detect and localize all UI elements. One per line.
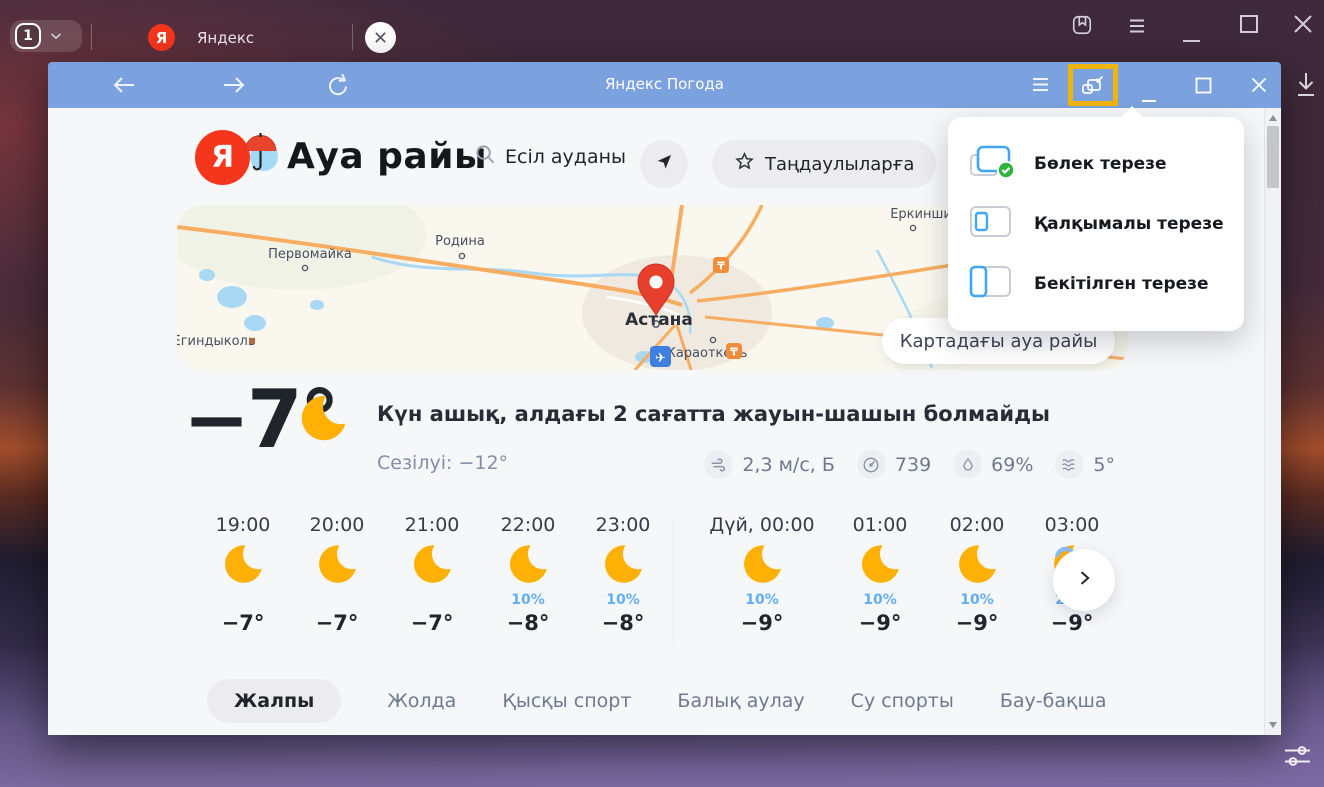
wind-value: 2,3 м/с, Б <box>742 454 835 476</box>
tune-sliders-icon[interactable] <box>1282 741 1314 775</box>
page-title: Ауа райы <box>287 136 487 177</box>
search-icon <box>475 144 496 169</box>
svg-text:₸: ₸ <box>730 346 738 359</box>
pinned-window-icon <box>968 264 1014 304</box>
menu-item-pinned-window[interactable]: Бекітілген терезе <box>968 254 1244 314</box>
humidity-metric[interactable]: 69% <box>953 450 1033 479</box>
maximize-window-icon[interactable] <box>1195 77 1212 98</box>
waves-icon <box>1055 450 1084 479</box>
menu-item-floating-window[interactable]: Қалқымалы терезе <box>968 194 1244 254</box>
hour-column[interactable]: 02:00 10% −9° <box>929 514 1025 635</box>
pressure-metric[interactable]: 739 <box>857 450 931 479</box>
hour-column[interactable]: 23:00 10% −8° <box>575 514 671 635</box>
sidebar-panel-icon[interactable] <box>1071 14 1093 40</box>
search-value: Есіл ауданы <box>505 146 626 168</box>
map-label: Еркинши <box>890 207 952 222</box>
weather-app-window: Яндекс Погода Я <box>48 62 1281 735</box>
navigation-arrow-icon <box>654 152 674 176</box>
window-mode-menu: Бөлек терезе Қалқымалы терезе Бекітілген… <box>948 117 1244 331</box>
map-label: Егиндыколь <box>177 334 256 349</box>
search-input[interactable]: Есіл ауданы <box>475 144 626 169</box>
separate-window-icon <box>968 144 1014 184</box>
browser-chrome: 1 Я Яндекс <box>0 0 1324 62</box>
tab-zholda[interactable]: Жолда <box>387 690 456 712</box>
condition-text: Күн ашық, алдағы 2 сағатта жауын-шашын б… <box>377 402 1050 426</box>
humidity-value: 69% <box>991 454 1033 476</box>
close-window-icon[interactable] <box>1251 77 1267 97</box>
umbrella-icon <box>239 130 281 178</box>
tab-winter-sport[interactable]: Қысқы спорт <box>502 690 631 712</box>
hour-column[interactable]: 22:00 10% −8° <box>480 514 576 635</box>
menu-item-separate-window[interactable]: Бөлек терезе <box>968 134 1244 194</box>
pressure-gauge-icon <box>857 450 886 479</box>
moon-icon <box>707 540 817 592</box>
moon-icon <box>480 540 576 592</box>
moon-icon <box>289 540 385 592</box>
favorites-button[interactable]: Таңдаулыларға <box>712 140 936 188</box>
download-icon[interactable] <box>1294 71 1318 103</box>
divider <box>91 24 92 50</box>
close-tab-button[interactable] <box>365 22 396 53</box>
dropdown-pointer <box>1120 106 1144 118</box>
menu-item-label: Қалқымалы терезе <box>1034 214 1224 234</box>
menu-item-label: Бөлек терезе <box>1034 154 1167 174</box>
map-weather-label: Картадағы ауа райы <box>900 331 1098 352</box>
divider <box>352 24 353 50</box>
pressure-value: 739 <box>895 454 931 476</box>
tab-garden[interactable]: Бау-бақша <box>1000 690 1107 712</box>
scrollbar[interactable] <box>1264 108 1281 735</box>
next-hours-button[interactable] <box>1053 549 1115 611</box>
hour-column[interactable]: 20:00 −7° <box>289 514 385 635</box>
water-temp-metric[interactable]: 5° <box>1055 450 1115 479</box>
chevron-right-icon <box>1074 568 1094 592</box>
weather-metrics: 2,3 м/с, Б 739 69% <box>704 450 1115 479</box>
category-tabs: Жалпы Жолда Қысқы спорт Балық аулау Су с… <box>207 678 1107 724</box>
droplet-icon <box>953 450 982 479</box>
hour-column[interactable]: 21:00 −7° <box>384 514 480 635</box>
moon-icon <box>297 392 349 448</box>
feels-like: Сезілуі: −12° <box>377 452 508 474</box>
hour-column[interactable]: Дүй, 00:00 10% −9° <box>707 514 817 635</box>
window-menu-icon[interactable] <box>1032 77 1049 96</box>
water-temp-value: 5° <box>1093 454 1115 476</box>
chevron-down-icon[interactable] <box>50 30 62 43</box>
minimize-browser-icon[interactable] <box>1182 28 1201 47</box>
hour-column[interactable]: 19:00 −7° <box>195 514 291 635</box>
tab-count: 1 <box>15 23 41 49</box>
map-label-astana: Астана <box>625 310 693 330</box>
tab-title[interactable]: Яндекс <box>197 29 254 47</box>
scrollbar-thumb[interactable] <box>1267 126 1279 188</box>
map-label: Родина <box>435 234 485 249</box>
divider <box>673 518 674 646</box>
star-icon <box>734 151 755 177</box>
scroll-up-arrow[interactable] <box>1269 115 1277 121</box>
moon-icon <box>929 540 1025 592</box>
wind-metric[interactable]: 2,3 м/с, Б <box>704 450 835 479</box>
tab-zhalpy[interactable]: Жалпы <box>207 679 341 723</box>
tab-fishing[interactable]: Балық аулау <box>677 690 804 712</box>
hamburger-menu-icon[interactable] <box>1128 18 1146 38</box>
tab-counter[interactable]: 1 <box>10 20 82 52</box>
geolocation-button[interactable] <box>640 140 688 188</box>
minimize-window-icon[interactable] <box>1141 88 1157 107</box>
moon-icon <box>384 540 480 592</box>
moon-icon <box>575 540 671 592</box>
yandex-favicon: Я <box>148 24 175 51</box>
tab-water-sport[interactable]: Су спорты <box>851 690 954 712</box>
scroll-down-arrow[interactable] <box>1269 722 1277 728</box>
svg-text:₸: ₸ <box>717 260 725 273</box>
window-titlebar[interactable]: Яндекс Погода <box>48 62 1281 108</box>
hour-column[interactable]: 01:00 10% −9° <box>832 514 928 635</box>
map-label: Первомайка <box>268 247 352 262</box>
menu-item-label: Бекітілген терезе <box>1034 274 1209 294</box>
floating-window-icon <box>968 204 1014 244</box>
svg-text:✈: ✈ <box>655 351 666 366</box>
maximize-browser-icon[interactable] <box>1239 14 1259 38</box>
moon-icon <box>832 540 928 592</box>
close-browser-icon[interactable] <box>1293 14 1313 38</box>
wind-icon <box>704 450 733 479</box>
moon-icon <box>195 540 291 592</box>
favorites-label: Таңдаулыларға <box>765 154 914 175</box>
window-mode-icon[interactable] <box>1081 74 1105 100</box>
